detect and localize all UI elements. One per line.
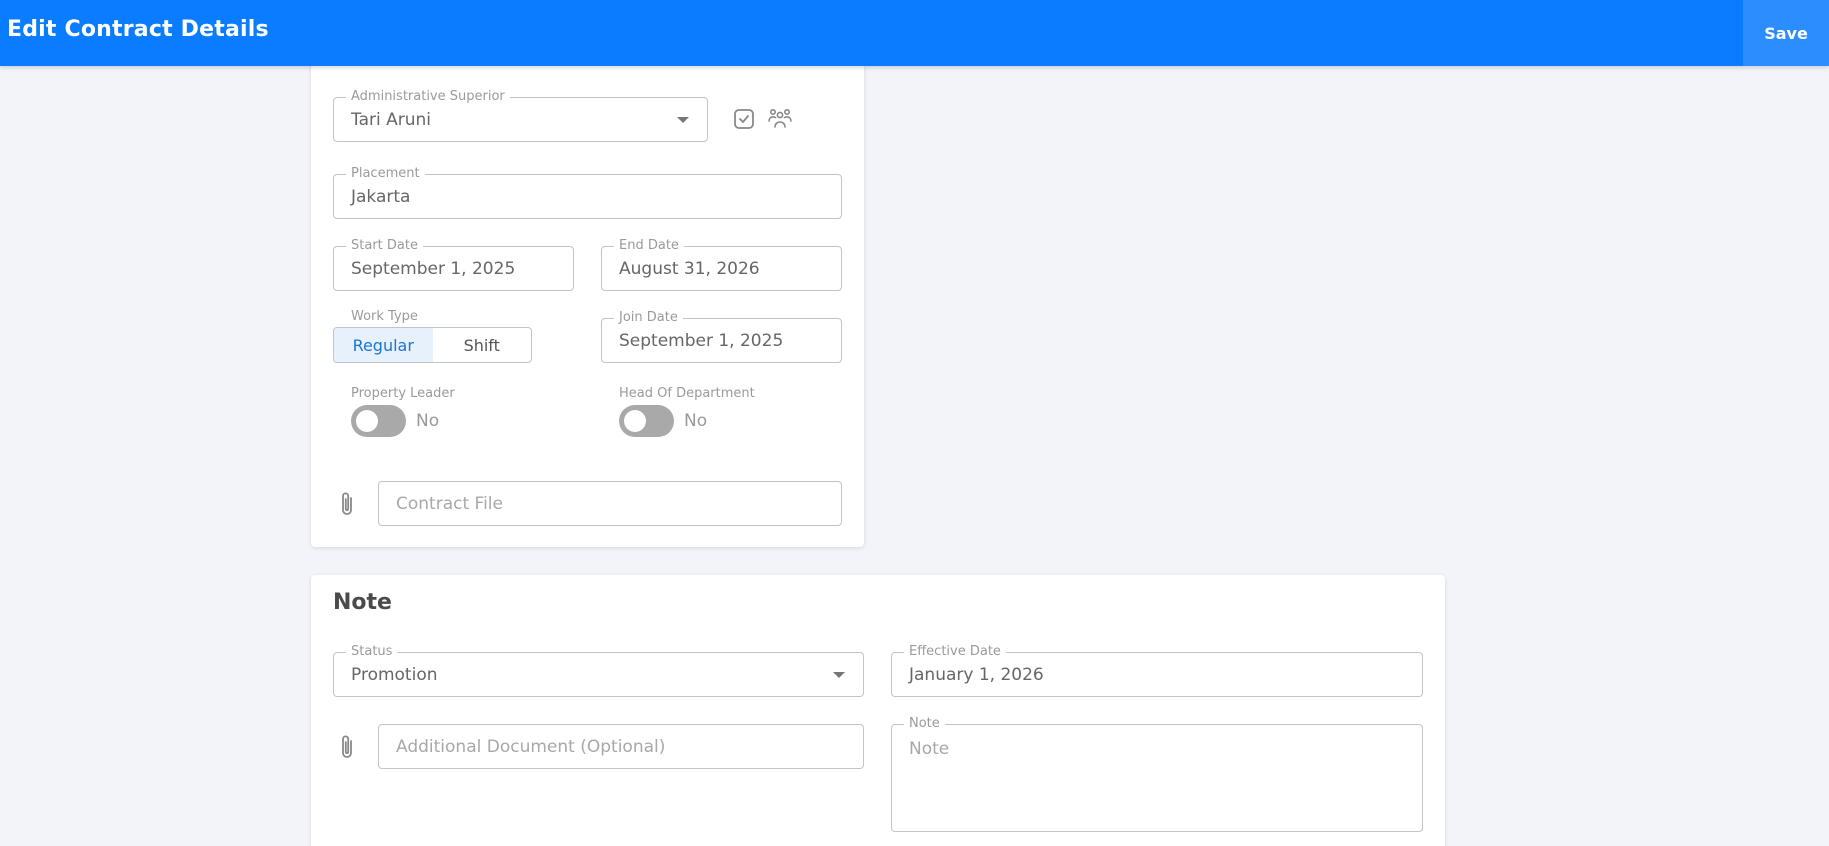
- administrative-superior-label: Administrative Superior: [346, 89, 510, 105]
- status-select[interactable]: Status Promotion: [333, 644, 864, 697]
- additional-document-placeholder: Additional Document (Optional): [396, 736, 666, 757]
- head-of-department-switch[interactable]: [619, 405, 674, 437]
- contract-details-card: Administrative Superior Tari Aruni Place…: [311, 56, 864, 547]
- chevron-down-icon: [833, 671, 845, 678]
- start-date-label: Start Date: [346, 238, 423, 254]
- effective-date-field[interactable]: Effective Date January 1, 2026: [891, 644, 1423, 697]
- switch-knob: [356, 410, 378, 432]
- save-button[interactable]: Save: [1743, 0, 1829, 66]
- note-textarea[interactable]: Note Note: [891, 716, 1423, 832]
- switch-knob: [624, 410, 646, 432]
- work-type-shift-option[interactable]: Shift: [433, 328, 532, 362]
- start-date-field[interactable]: Start Date September 1, 2025: [333, 238, 574, 291]
- property-leader-state: No: [416, 411, 440, 431]
- note-card: Note Status Promotion Effective Date Jan…: [311, 575, 1445, 846]
- join-date-value: September 1, 2025: [619, 330, 784, 351]
- work-type-label: Work Type: [351, 309, 418, 324]
- users-group-icon[interactable]: [767, 106, 793, 132]
- note-section-title: Note: [333, 590, 392, 615]
- page-title: Edit Contract Details: [7, 17, 269, 42]
- end-date-label: End Date: [614, 238, 684, 254]
- effective-date-value: January 1, 2026: [909, 664, 1044, 685]
- contract-file-input[interactable]: Contract File: [378, 481, 842, 526]
- paperclip-icon[interactable]: [335, 733, 359, 761]
- status-label: Status: [346, 644, 398, 660]
- placement-label: Placement: [346, 166, 425, 182]
- check-square-icon[interactable]: [732, 107, 756, 131]
- administrative-superior-select[interactable]: Administrative Superior Tari Aruni: [333, 89, 708, 142]
- app-bar: Edit Contract Details Save: [0, 0, 1829, 66]
- property-leader-label: Property Leader: [351, 386, 455, 401]
- end-date-field[interactable]: End Date August 31, 2026: [601, 238, 842, 291]
- work-type-toggle: Regular Shift: [333, 327, 532, 363]
- join-date-field[interactable]: Join Date September 1, 2025: [601, 310, 842, 363]
- paperclip-icon[interactable]: [335, 490, 359, 518]
- start-date-value: September 1, 2025: [351, 258, 516, 279]
- status-value: Promotion: [351, 664, 438, 685]
- additional-document-input[interactable]: Additional Document (Optional): [378, 724, 864, 769]
- end-date-value: August 31, 2026: [619, 258, 760, 279]
- contract-file-placeholder: Contract File: [396, 493, 503, 514]
- work-type-regular-option[interactable]: Regular: [334, 328, 433, 362]
- placement-field[interactable]: Placement Jakarta: [333, 166, 842, 219]
- administrative-superior-value: Tari Aruni: [351, 109, 431, 130]
- join-date-label: Join Date: [614, 310, 683, 326]
- head-of-department-state: No: [684, 411, 708, 431]
- placement-value: Jakarta: [351, 186, 411, 207]
- chevron-down-icon: [677, 116, 689, 123]
- note-label: Note: [904, 716, 945, 732]
- head-of-department-label: Head Of Department: [619, 386, 755, 401]
- note-placeholder: Note: [909, 739, 950, 759]
- effective-date-label: Effective Date: [904, 644, 1006, 660]
- property-leader-switch[interactable]: [351, 405, 406, 437]
